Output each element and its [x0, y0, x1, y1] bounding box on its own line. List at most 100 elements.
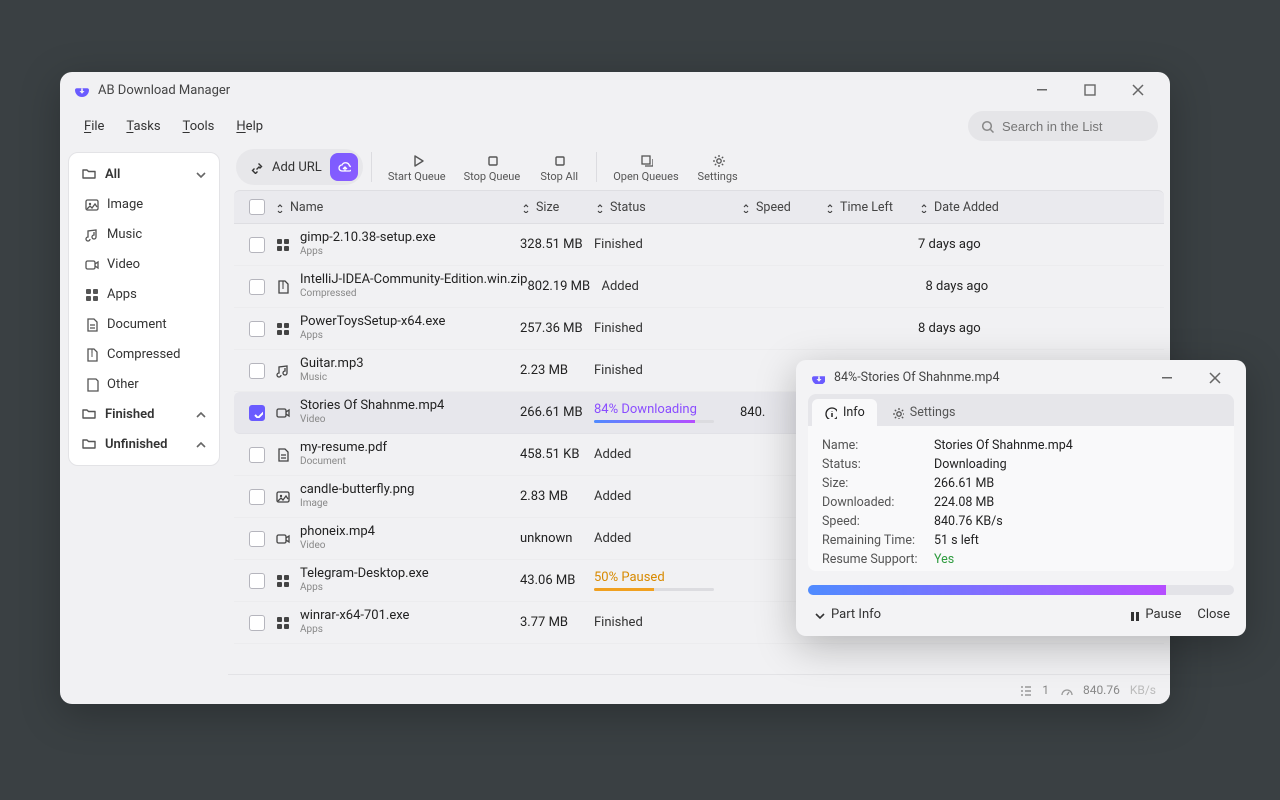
- active-count: 1: [1042, 683, 1049, 697]
- sidebar-item-label: Video: [107, 257, 140, 272]
- apps-icon: [274, 237, 290, 253]
- search-icon: [980, 119, 994, 133]
- sidebar-item-music[interactable]: Music: [73, 219, 215, 249]
- sidebar-item-label: All: [105, 167, 120, 182]
- file-status: Finished: [594, 237, 740, 252]
- close-button[interactable]: Close: [1197, 607, 1230, 622]
- video-icon: [274, 405, 290, 421]
- speed-value: 840.76: [1083, 683, 1120, 697]
- file-size: 266.61 MB: [520, 405, 594, 420]
- window-maximize-button[interactable]: [1068, 76, 1112, 104]
- image-icon: [274, 489, 290, 505]
- file-status: Finished: [594, 321, 740, 336]
- row-checkbox[interactable]: [249, 573, 265, 589]
- column-status[interactable]: Status: [594, 200, 740, 215]
- menu-help[interactable]: Help: [228, 115, 271, 138]
- sidebar-item-label: Finished: [105, 407, 154, 422]
- stop-queue-button[interactable]: Stop Queue: [456, 150, 529, 185]
- sidebar-item-all[interactable]: All: [73, 159, 215, 189]
- table-row[interactable]: IntelliJ-IDEA-Community-Edition.win.zipC…: [234, 266, 1164, 308]
- sidebar-item-finished[interactable]: Finished: [73, 399, 215, 429]
- row-checkbox[interactable]: [249, 447, 265, 463]
- pause-button[interactable]: Pause: [1127, 607, 1181, 622]
- play-icon: [410, 152, 424, 168]
- window-minimize-button[interactable]: [1020, 76, 1064, 104]
- column-time-left[interactable]: Time Left: [824, 200, 918, 215]
- row-checkbox[interactable]: [249, 321, 265, 337]
- start-queue-button[interactable]: Start Queue: [380, 150, 454, 185]
- open-queues-button[interactable]: Open Queues: [605, 150, 686, 185]
- sidebar-item-compressed[interactable]: Compressed: [73, 339, 215, 369]
- file-size: 43.06 MB: [520, 573, 594, 588]
- sidebar-item-image[interactable]: Image: [73, 189, 215, 219]
- file-status: 84% Downloading: [594, 402, 740, 423]
- tab-settings[interactable]: Settings: [879, 399, 968, 426]
- column-name[interactable]: Name: [274, 200, 520, 215]
- column-size[interactable]: Size: [520, 200, 594, 215]
- sidebar-item-unfinished[interactable]: Unfinished: [73, 429, 215, 459]
- file-status: Added: [594, 531, 740, 546]
- folder-icon: [81, 406, 97, 422]
- row-checkbox[interactable]: [249, 489, 265, 505]
- file-name: Stories Of Shahnme.mp4: [300, 399, 444, 414]
- row-checkbox[interactable]: [249, 237, 265, 253]
- queues-icon: [639, 152, 653, 168]
- detail-title: 84%-Stories Of Shahnme.mp4: [834, 370, 999, 385]
- settings-button[interactable]: Settings: [689, 150, 747, 185]
- table-row[interactable]: PowerToysSetup-x64.exeApps 257.36 MB Fin…: [234, 308, 1164, 350]
- file-category: Compressed: [300, 288, 527, 300]
- sidebar-item-document[interactable]: Document: [73, 309, 215, 339]
- search-field[interactable]: [968, 111, 1158, 141]
- detail-body: Name:Stories Of Shahnme.mp4 Status:Downl…: [808, 426, 1234, 571]
- file-date-added: 8 days ago: [925, 279, 1154, 294]
- file-status: Finished: [594, 615, 740, 630]
- file-size: 257.36 MB: [520, 321, 594, 336]
- row-checkbox[interactable]: [249, 405, 265, 421]
- column-speed[interactable]: Speed: [740, 200, 824, 215]
- sidebar-item-apps[interactable]: Apps: [73, 279, 215, 309]
- download-detail-window: 84%-Stories Of Shahnme.mp4 Info Settings…: [796, 360, 1246, 636]
- menu-file[interactable]: File: [76, 115, 112, 138]
- chevron-up-icon: [193, 437, 207, 451]
- file-category: Music: [300, 372, 364, 384]
- sidebar-item-label: Unfinished: [105, 437, 167, 452]
- row-checkbox[interactable]: [249, 363, 265, 379]
- stop-icon: [485, 152, 499, 168]
- apps-icon: [83, 287, 99, 302]
- titlebar[interactable]: AB Download Manager: [60, 72, 1170, 108]
- status-bar: 1 840.76 KB/s: [228, 674, 1170, 704]
- table-row[interactable]: gimp-2.10.38-setup.exeApps 328.51 MB Fin…: [234, 224, 1164, 266]
- link-icon: [250, 160, 264, 174]
- stop-all-button[interactable]: Stop All: [530, 150, 588, 185]
- chevron-down-icon: [812, 608, 825, 621]
- detail-titlebar[interactable]: 84%-Stories Of Shahnme.mp4: [796, 360, 1246, 394]
- file-category: Apps: [300, 624, 409, 636]
- app-title: AB Download Manager: [98, 83, 230, 98]
- detail-minimize-button[interactable]: [1144, 363, 1188, 391]
- row-checkbox[interactable]: [249, 531, 265, 547]
- select-all-checkbox[interactable]: [249, 199, 265, 215]
- file-size: unknown: [520, 531, 594, 546]
- zip-icon: [274, 279, 290, 295]
- sidebar-item-label: Image: [107, 197, 143, 212]
- detail-close-button[interactable]: [1192, 363, 1236, 391]
- file-size: 328.51 MB: [520, 237, 594, 252]
- file-name: Telegram-Desktop.exe: [300, 567, 429, 582]
- tab-info[interactable]: Info: [812, 399, 877, 426]
- search-input[interactable]: [1002, 119, 1170, 134]
- sidebar-item-video[interactable]: Video: [73, 249, 215, 279]
- menu-tasks[interactable]: Tasks: [118, 115, 168, 138]
- row-checkbox[interactable]: [249, 279, 265, 295]
- part-info-toggle[interactable]: Part Info: [812, 607, 881, 622]
- sidebar-item-label: Music: [107, 227, 142, 242]
- window-close-button[interactable]: [1116, 76, 1160, 104]
- file-date-added: 8 days ago: [918, 321, 1154, 336]
- file-size: 2.83 MB: [520, 489, 594, 504]
- add-url-button[interactable]: Add URL: [236, 149, 363, 185]
- row-checkbox[interactable]: [249, 615, 265, 631]
- sidebar-item-other[interactable]: Other: [73, 369, 215, 399]
- file-name: phoneix.mp4: [300, 525, 375, 540]
- file-size: 3.77 MB: [520, 615, 594, 630]
- menu-tools[interactable]: Tools: [175, 115, 223, 138]
- column-date-added[interactable]: Date Added: [918, 200, 1154, 215]
